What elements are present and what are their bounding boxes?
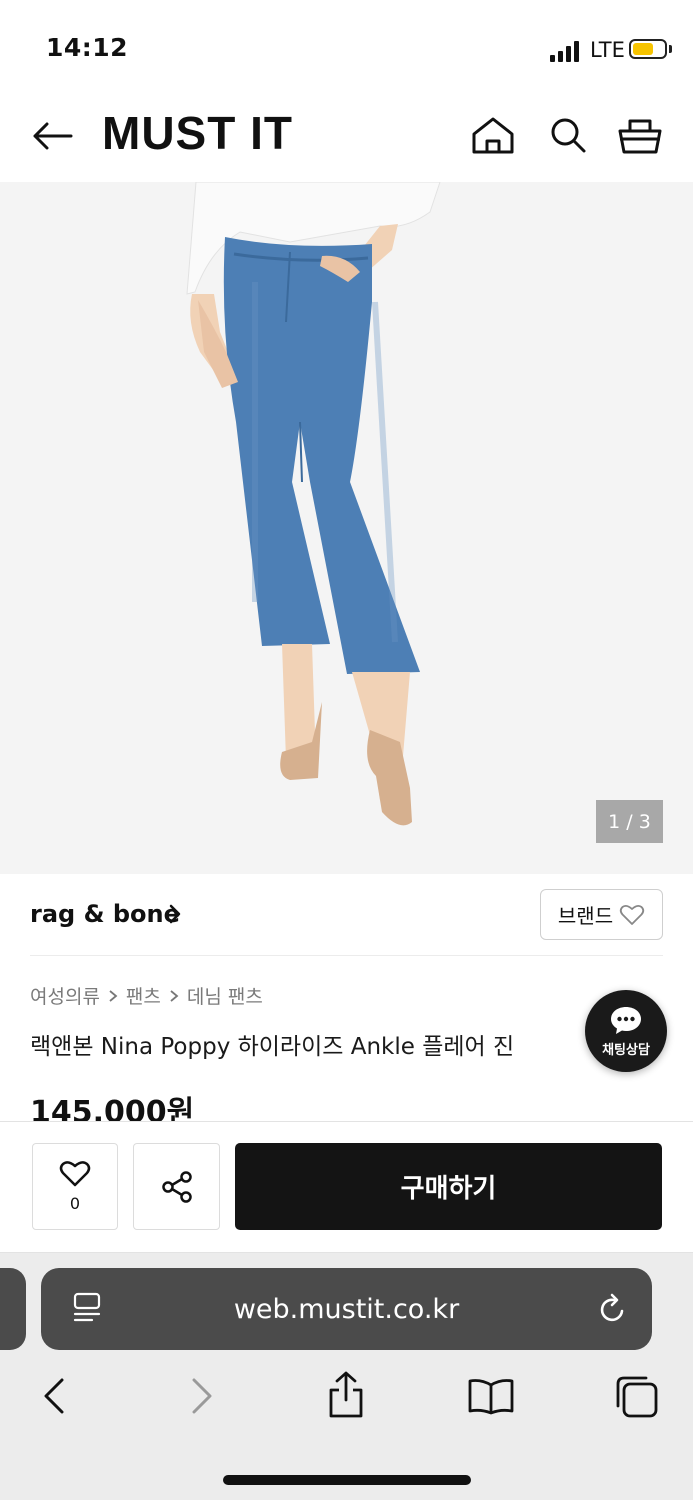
breadcrumb-item[interactable]: 팬츠 [126, 982, 161, 1009]
section-divider [30, 955, 663, 956]
previous-tab-peek[interactable] [0, 1268, 26, 1350]
share-icon [161, 1170, 192, 1203]
chevron-right-icon [170, 989, 179, 1002]
category-breadcrumb: 여성의류 팬츠 데님 팬츠 [30, 982, 263, 1009]
brand-name-link[interactable]: rag & bone [30, 900, 180, 928]
chat-consult-button[interactable]: 채팅상담 [585, 990, 667, 1072]
search-icon [551, 118, 586, 153]
heart-icon [59, 1161, 91, 1187]
home-indicator [223, 1475, 471, 1485]
battery-cap [669, 45, 672, 53]
home-button[interactable] [468, 112, 518, 158]
browser-back-icon[interactable] [40, 1376, 68, 1416]
home-icon [472, 117, 514, 154]
brand-follow-label: 브랜드 [557, 904, 614, 928]
heart-outline-icon [619, 904, 645, 925]
product-image[interactable] [0, 182, 693, 874]
arrow-left-icon [33, 122, 73, 150]
back-button[interactable] [28, 114, 76, 158]
breadcrumb-item[interactable]: 데님 팬츠 [187, 982, 263, 1009]
share-sheet-icon[interactable] [326, 1370, 366, 1420]
wishlist-button[interactable]: 0 [32, 1143, 118, 1230]
chat-bubble-icon [611, 1006, 641, 1034]
signal-icon [550, 41, 579, 62]
product-price: 145,000원 [30, 1095, 195, 1121]
cart-icon [618, 119, 662, 154]
breadcrumb-item[interactable]: 여성의류 [30, 982, 100, 1009]
chat-label: 채팅상담 [602, 1042, 650, 1058]
app-logo[interactable]: MUST IT [102, 108, 293, 158]
battery-icon [629, 39, 667, 59]
wishlist-count: 0 [69, 1194, 81, 1213]
product-photo [186, 182, 441, 826]
product-title: 랙앤본 Nina Poppy 하이라이즈 Ankle 플레어 진 [30, 1034, 515, 1060]
bookmarks-icon[interactable] [467, 1377, 515, 1415]
status-time: 14:12 [46, 33, 129, 62]
tabs-icon[interactable] [614, 1374, 660, 1420]
buy-now-button[interactable]: 구매하기 [235, 1143, 662, 1230]
search-button[interactable] [545, 112, 591, 158]
reload-icon[interactable] [596, 1292, 628, 1326]
image-counter: 1 / 3 [596, 800, 663, 843]
cart-button[interactable] [615, 112, 665, 158]
brand-follow-button[interactable]: 브랜드 [540, 889, 663, 940]
chevron-right-icon [169, 904, 181, 924]
url-text[interactable]: web.mustit.co.kr [41, 1268, 652, 1350]
chevron-right-icon [109, 989, 118, 1002]
network-label: LTE [590, 38, 625, 62]
browser-forward-icon[interactable] [188, 1376, 216, 1416]
share-button[interactable] [133, 1143, 220, 1230]
